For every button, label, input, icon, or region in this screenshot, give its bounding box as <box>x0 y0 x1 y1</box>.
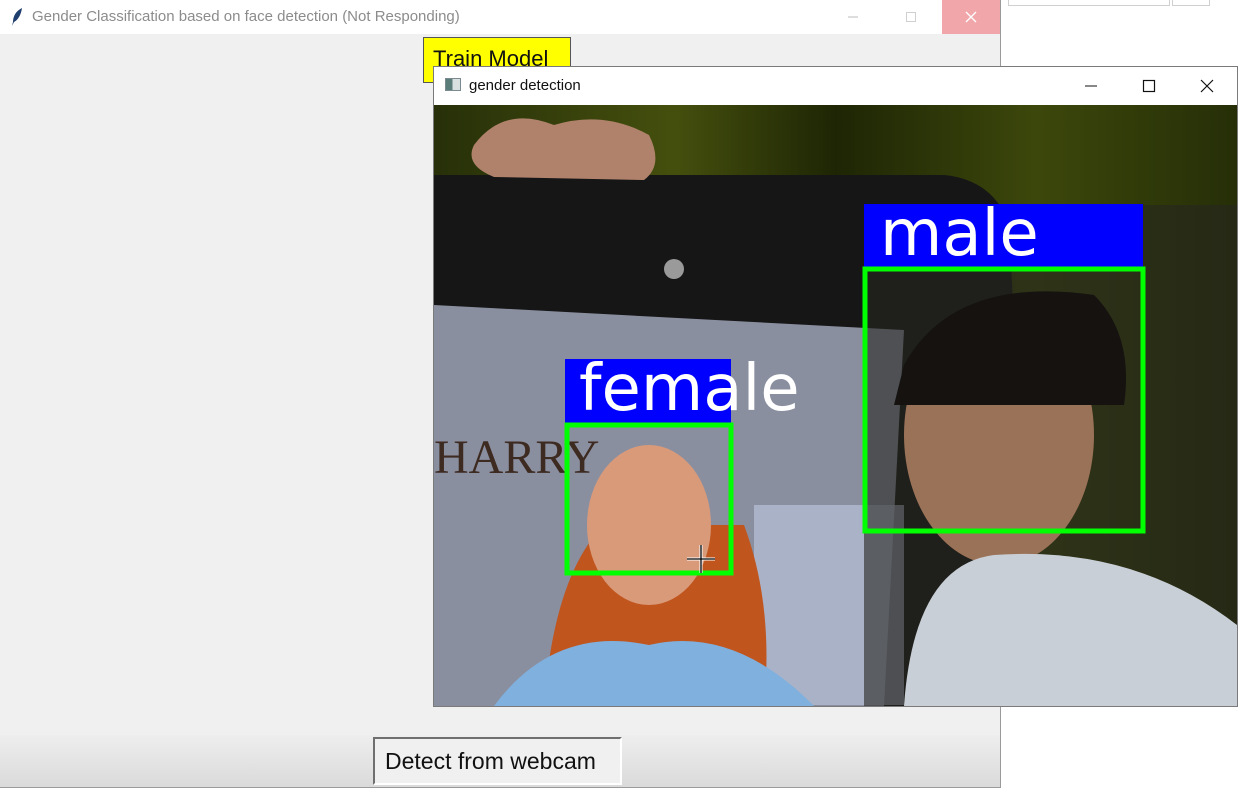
poster-text: HARRY <box>434 431 599 484</box>
minimize-icon <box>848 16 858 18</box>
cv-title-bar: gender detection <box>434 67 1237 105</box>
webcam-frame: HARRY male female <box>434 105 1237 706</box>
male-label: male <box>880 197 1039 271</box>
opencv-window-icon <box>445 78 461 91</box>
main-close-button[interactable] <box>942 0 1000 34</box>
detect-from-webcam-button[interactable]: Detect from webcam <box>373 737 622 785</box>
cv-window-title: gender detection <box>469 77 581 94</box>
minimize-icon <box>1085 85 1097 87</box>
maximize-icon <box>906 12 916 22</box>
close-icon <box>965 11 977 23</box>
cv-minimize-button[interactable] <box>1062 67 1120 105</box>
cv-close-button[interactable] <box>1178 67 1236 105</box>
cv-maximize-button[interactable] <box>1120 67 1178 105</box>
main-maximize-button[interactable] <box>882 0 940 34</box>
main-window-title: Gender Classification based on face dete… <box>32 8 460 25</box>
female-label: female <box>579 352 800 426</box>
feather-icon <box>12 8 22 26</box>
main-title-bar: Gender Classification based on face dete… <box>0 0 1000 34</box>
close-icon <box>1200 79 1214 93</box>
background-field <box>1172 0 1210 6</box>
main-minimize-button[interactable] <box>824 0 882 34</box>
gender-detection-window: gender detection HARRY male female <box>433 66 1238 707</box>
maximize-icon <box>1142 79 1156 93</box>
background-field <box>1008 0 1170 6</box>
